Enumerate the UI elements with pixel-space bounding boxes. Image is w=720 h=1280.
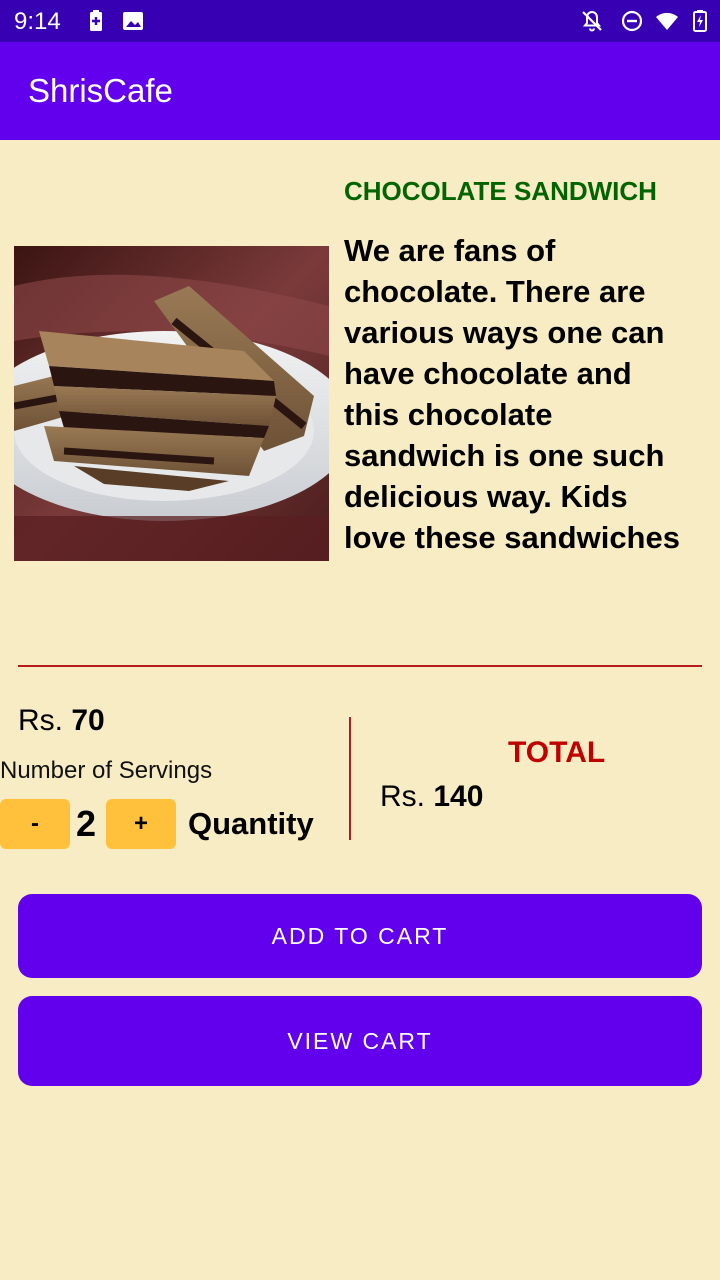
product-description: We are fans of chocolate. There are vari… (344, 233, 680, 555)
total-prefix: Rs. (380, 780, 425, 813)
view-cart-button[interactable]: VIEW CART (18, 996, 702, 1086)
quantity-label: Quantity (188, 806, 314, 841)
vertical-divider (349, 717, 351, 840)
total-amount: Rs. 140 (380, 780, 483, 814)
product-image (14, 246, 329, 561)
status-time: 9:14 (14, 8, 61, 35)
add-to-cart-button[interactable]: ADD TO CART (18, 894, 702, 978)
total-value: 140 (433, 780, 484, 813)
horizontal-divider (18, 665, 702, 667)
increase-quantity-button[interactable]: + (106, 799, 176, 849)
price-prefix: Rs. (18, 704, 63, 737)
unit-price: Rs. 70 (18, 704, 105, 738)
servings-label: Number of Servings (0, 757, 213, 784)
price-value: 70 (71, 704, 105, 737)
image-icon (123, 12, 143, 30)
battery-charging-icon (693, 10, 707, 32)
notifications-off-icon (582, 10, 602, 32)
product-name: CHOCOLATE SANDWICH (344, 176, 657, 206)
total-label: TOTAL (508, 736, 606, 769)
quantity-value: 2 (76, 803, 97, 844)
status-bar: 9:14 (0, 0, 720, 42)
battery-plus-icon (90, 10, 102, 31)
wifi-icon (656, 12, 678, 30)
app-title: ShrisCafe (28, 72, 173, 109)
decrease-quantity-button[interactable]: - (0, 799, 70, 849)
app-bar: ShrisCafe (0, 42, 720, 140)
do-not-disturb-icon (621, 10, 643, 32)
